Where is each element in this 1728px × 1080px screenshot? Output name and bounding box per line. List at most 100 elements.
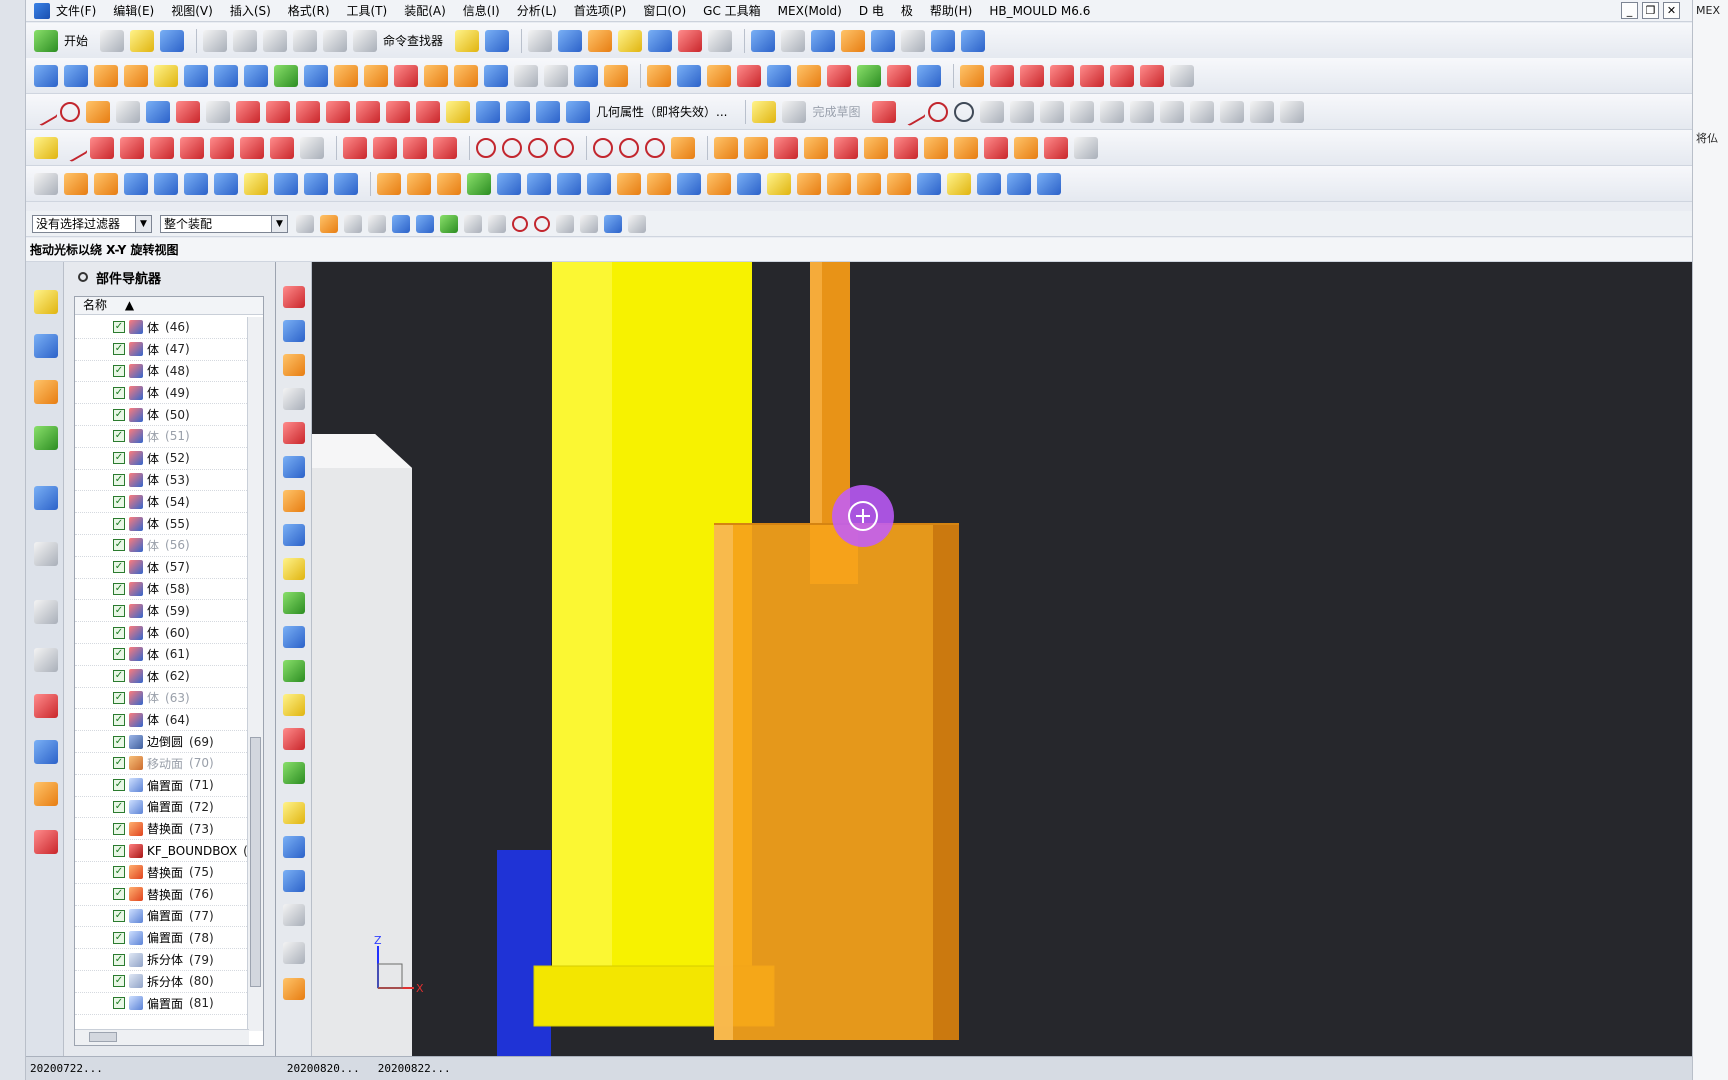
nx-app-icon[interactable] — [34, 2, 50, 19]
fillet-curve-icon[interactable] — [1050, 64, 1074, 87]
pad-icon[interactable] — [407, 172, 431, 195]
system-materials-tab-icon[interactable] — [34, 648, 58, 672]
assembly-navigator-tab-icon[interactable] — [34, 290, 58, 314]
tree-row[interactable]: ✓ 体 (57) — [75, 557, 247, 579]
visibility-checkbox[interactable]: ✓ — [113, 800, 125, 813]
tree-row[interactable]: ✓ 体 (55) — [75, 513, 247, 535]
open-folder-icon[interactable] — [130, 29, 155, 52]
concentric-icon[interactable] — [210, 136, 234, 159]
geometry-attribute-icon[interactable] — [566, 100, 590, 123]
mirror-feature-icon[interactable] — [737, 172, 761, 195]
datum-csys-icon[interactable] — [557, 172, 581, 195]
snap-end-icon[interactable] — [619, 137, 639, 158]
project-curve-icon[interactable] — [296, 100, 320, 123]
datum-axis-icon[interactable] — [527, 172, 551, 195]
mesh-surface-icon[interactable] — [214, 64, 238, 87]
parting-surface-icon[interactable] — [283, 524, 305, 546]
new-layout-icon[interactable] — [34, 172, 58, 195]
runner-icon[interactable] — [1074, 136, 1098, 159]
polygon-icon[interactable] — [146, 100, 170, 123]
workpiece-side-icon[interactable] — [283, 286, 305, 308]
visibility-checkbox[interactable]: ✓ — [113, 517, 125, 530]
cube-3-icon[interactable] — [184, 172, 208, 195]
sketch-point-icon[interactable] — [1100, 100, 1125, 123]
bom-side-icon[interactable] — [283, 904, 305, 926]
close-button[interactable]: ✕ — [1663, 2, 1680, 19]
fit-view-icon[interactable] — [751, 29, 776, 52]
menu-file[interactable]: 文件(F) — [56, 2, 96, 19]
tree-row[interactable]: ✓ 偏置面 (77) — [75, 906, 247, 928]
through-curves-icon[interactable] — [124, 64, 148, 87]
tree-row[interactable]: ✓ 体 (56) — [75, 535, 247, 557]
parting-icon[interactable] — [864, 136, 888, 159]
tree-row[interactable]: ✓KF_BOUNDBOX(7 — [75, 840, 256, 862]
visibility-checkbox[interactable]: ✓ — [113, 604, 125, 617]
offset-surface-icon[interactable] — [274, 64, 298, 87]
minimize-button[interactable]: _ — [1621, 2, 1638, 19]
visibility-checkbox[interactable]: ✓ — [113, 386, 125, 399]
taskbar-item[interactable]: 20200820... — [287, 1062, 360, 1075]
menu-electrode[interactable]: D 电 — [859, 2, 884, 19]
move-object-icon[interactable] — [588, 29, 613, 52]
process-studio-tab-icon[interactable] — [34, 694, 58, 718]
mold-design-validation-icon[interactable] — [283, 388, 305, 410]
visibility-checkbox[interactable]: ✓ — [113, 408, 125, 421]
visibility-checkbox[interactable]: ✓ — [113, 975, 125, 988]
orient-view-icon[interactable] — [871, 29, 896, 52]
swept-icon[interactable] — [184, 64, 208, 87]
cube-2-icon[interactable] — [154, 172, 178, 195]
visibility-checkbox[interactable]: ✓ — [113, 953, 125, 966]
tree-row[interactable]: ✓ 体 (62) — [75, 666, 247, 688]
command-finder-button[interactable]: 命令查找器 — [383, 32, 443, 49]
tree-row[interactable]: ✓ 体 (63) — [75, 688, 247, 710]
visibility-checkbox[interactable]: ✓ — [113, 670, 125, 683]
face-color-icon[interactable] — [857, 64, 881, 87]
shell-icon[interactable] — [677, 172, 701, 195]
snap-tangent-icon[interactable] — [528, 137, 548, 158]
ruled-surface-icon[interactable] — [94, 64, 118, 87]
menu-mex-mold[interactable]: MEX(Mold) — [778, 4, 842, 18]
snap-arc-icon[interactable] — [554, 137, 574, 158]
touch-mode-icon[interactable] — [455, 29, 480, 52]
snap-toggle-icon[interactable] — [320, 214, 338, 233]
replace-face-icon[interactable] — [394, 64, 418, 87]
menu-analysis[interactable]: 分析(L) — [517, 2, 557, 19]
constraint-line-icon[interactable] — [59, 132, 89, 163]
visibility-checkbox[interactable]: ✓ — [113, 364, 125, 377]
select-body-icon[interactable] — [416, 214, 434, 233]
tree-row[interactable]: ✓ 体 (64) — [75, 709, 247, 732]
chamfer-icon[interactable] — [647, 172, 671, 195]
sphere-icon[interactable] — [1037, 172, 1061, 195]
hole-icon[interactable] — [304, 172, 328, 195]
studio-surface-icon[interactable] — [154, 64, 178, 87]
visibility-checkbox[interactable]: ✓ — [113, 626, 125, 639]
slot-icon[interactable] — [437, 172, 461, 195]
visibility-checkbox[interactable]: ✓ — [113, 844, 125, 857]
tree-row[interactable]: ✓ 体 (53) — [75, 470, 247, 492]
menu-ji[interactable]: 极 — [901, 2, 913, 19]
visibility-checkbox[interactable]: ✓ — [113, 452, 125, 465]
electrode-side-icon[interactable] — [283, 802, 305, 824]
edit-section-icon[interactable] — [841, 29, 866, 52]
coincident-icon[interactable] — [150, 136, 174, 159]
transform-icon[interactable] — [618, 29, 643, 52]
reuse-library-tab-icon[interactable] — [34, 426, 58, 450]
cavity-layout-icon[interactable] — [804, 136, 828, 159]
menu-help[interactable]: 帮助(H) — [930, 2, 972, 19]
ejector-side-icon[interactable] — [283, 660, 305, 682]
trim-mold-side-icon[interactable] — [283, 836, 305, 858]
tree-row[interactable]: ✓ 体 (52) — [75, 448, 247, 470]
sketch-icon[interactable] — [752, 100, 777, 123]
intersect-icon[interactable] — [797, 64, 821, 87]
center-point-icon[interactable] — [512, 215, 528, 232]
trimmed-sheet-icon[interactable] — [304, 64, 328, 87]
tree-row[interactable]: ✓ 体 (51) — [75, 426, 247, 448]
face-blend-icon[interactable] — [947, 172, 971, 195]
geometry-attribute-button[interactable]: 几何属性（即将失效）... — [596, 103, 727, 120]
finish-sketch-button[interactable]: 完成草图 — [812, 103, 860, 120]
filter-reset-icon[interactable] — [296, 214, 314, 233]
tree-row[interactable]: ✓ 拆分体 (79) — [75, 949, 247, 971]
visibility-checkbox[interactable]: ✓ — [113, 473, 125, 486]
visibility-checkbox[interactable]: ✓ — [113, 582, 125, 595]
mold-tools-icon[interactable] — [834, 136, 858, 159]
